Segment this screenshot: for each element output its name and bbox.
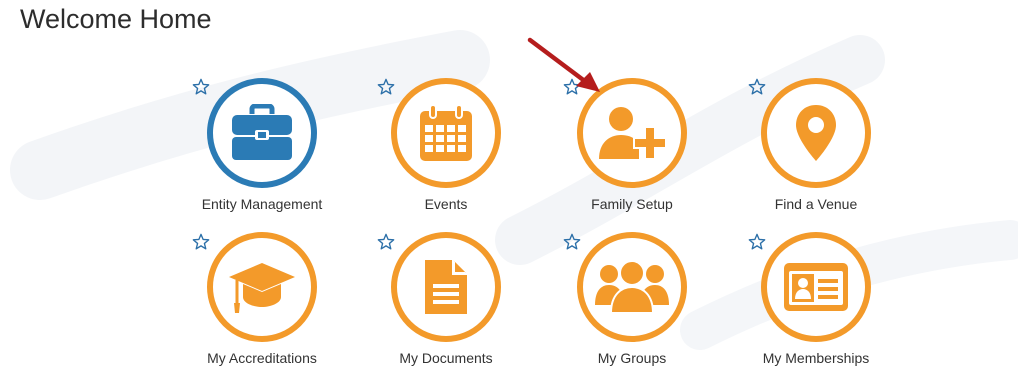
- tile-my-memberships[interactable]: My Memberships: [736, 232, 896, 374]
- tile-entity-management[interactable]: Entity Management: [182, 78, 342, 220]
- favorite-star-icon[interactable]: [563, 78, 581, 96]
- add-user-icon: [599, 107, 667, 160]
- tile-label: Family Setup: [591, 196, 673, 212]
- tile-label: Find a Venue: [774, 196, 858, 212]
- favorite-star-icon[interactable]: [748, 78, 766, 96]
- document-icon: [425, 260, 467, 314]
- map-pin-icon: [796, 105, 836, 161]
- tile-label: Entity Management: [201, 196, 323, 212]
- tile-my-documents[interactable]: My Documents: [366, 232, 526, 374]
- graduation-cap-icon: [229, 263, 295, 313]
- favorite-star-icon[interactable]: [377, 78, 395, 96]
- tile-circle: [761, 78, 871, 188]
- tile-family-setup[interactable]: Family Setup: [552, 78, 712, 220]
- tile-label: My Accreditations: [207, 350, 317, 366]
- favorite-star-icon[interactable]: [563, 233, 581, 251]
- tile-events[interactable]: Events: [366, 78, 526, 220]
- favorite-star-icon[interactable]: [192, 78, 210, 96]
- tile-circle: [391, 232, 501, 342]
- tile-label: My Groups: [597, 350, 667, 366]
- calendar-icon: [420, 104, 472, 161]
- favorite-star-icon[interactable]: [377, 233, 395, 251]
- favorite-star-icon[interactable]: [192, 233, 210, 251]
- briefcase-icon: [232, 104, 292, 160]
- tile-my-groups[interactable]: My Groups: [552, 232, 712, 374]
- tile-label: My Memberships: [762, 350, 870, 366]
- tile-find-a-venue[interactable]: Find a Venue: [736, 78, 896, 220]
- tile-circle: [577, 232, 687, 342]
- tile-circle: [577, 78, 687, 188]
- tile-circle: [207, 232, 317, 342]
- tile-label: Events: [424, 196, 468, 212]
- tile-circle: [207, 78, 317, 188]
- tile-circle: [391, 78, 501, 188]
- tile-circle: [761, 232, 871, 342]
- id-card-icon: [784, 263, 848, 311]
- tile-label: My Documents: [399, 350, 493, 366]
- tile-my-accreditations[interactable]: My Accreditations: [182, 232, 342, 374]
- favorite-star-icon[interactable]: [748, 233, 766, 251]
- page-title: Welcome Home: [20, 4, 212, 34]
- group-icon: [595, 260, 669, 314]
